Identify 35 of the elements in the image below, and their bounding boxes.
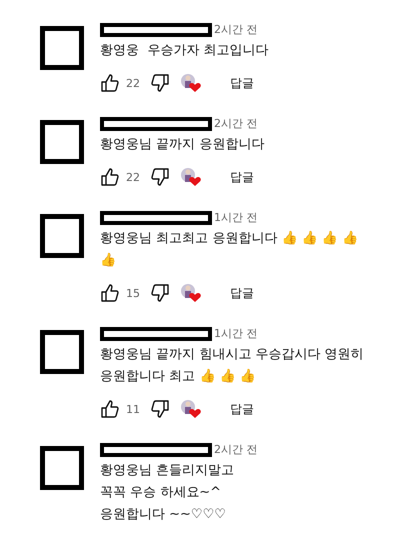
creator-heart-icon [180, 283, 202, 303]
comment-time: 2시간 전 [214, 442, 258, 457]
avatar-placeholder [40, 330, 84, 374]
like-icon[interactable] [100, 283, 120, 303]
reply-button[interactable]: 답글 [226, 282, 258, 304]
reply-button[interactable]: 답글 [226, 166, 258, 188]
like-count: 15 [126, 286, 140, 300]
comment-time: 2시간 전 [214, 22, 258, 37]
comment-time: 1시간 전 [214, 210, 258, 225]
like-icon[interactable] [100, 73, 120, 93]
dislike-icon[interactable] [150, 73, 170, 93]
comment-time: 2시간 전 [214, 116, 258, 131]
creator-heart-icon [180, 167, 202, 187]
creator-heart-icon [180, 399, 202, 419]
comment-text: 황영웅님 흔들리지말고 꼭꼭 우승 하세요~^ 응원합니다 ~~♡♡♡ [100, 462, 236, 524]
reply-button[interactable]: 답글 [226, 398, 258, 420]
comment-text: 황영웅님 최고최고 응원합니다 👍 👍 👍 👍 👍 [100, 230, 359, 270]
comment-text: 황영웅님 끝까지 응원합니다 [100, 136, 266, 154]
comment-text: 황영웅님 끝까지 힘내시고 우승갑시다 영원히 응원합니다 최고 👍 👍 👍 [100, 346, 365, 386]
like-icon[interactable] [100, 399, 120, 419]
like-count: 11 [126, 402, 140, 416]
comment-time: 1시간 전 [214, 326, 258, 341]
dislike-icon[interactable] [150, 167, 170, 187]
like-count: 22 [126, 170, 140, 184]
dislike-icon[interactable] [150, 283, 170, 303]
avatar-placeholder [40, 214, 84, 258]
avatar-placeholder [40, 26, 84, 70]
reply-button[interactable]: 답글 [226, 72, 258, 94]
avatar-placeholder [40, 120, 84, 164]
like-icon[interactable] [100, 167, 120, 187]
comment-text: 황영웅 우승가자 최고입니다 [100, 42, 270, 60]
avatar-placeholder [40, 446, 84, 490]
creator-heart-icon [180, 73, 202, 93]
like-count: 22 [126, 76, 140, 90]
dislike-icon[interactable] [150, 399, 170, 419]
